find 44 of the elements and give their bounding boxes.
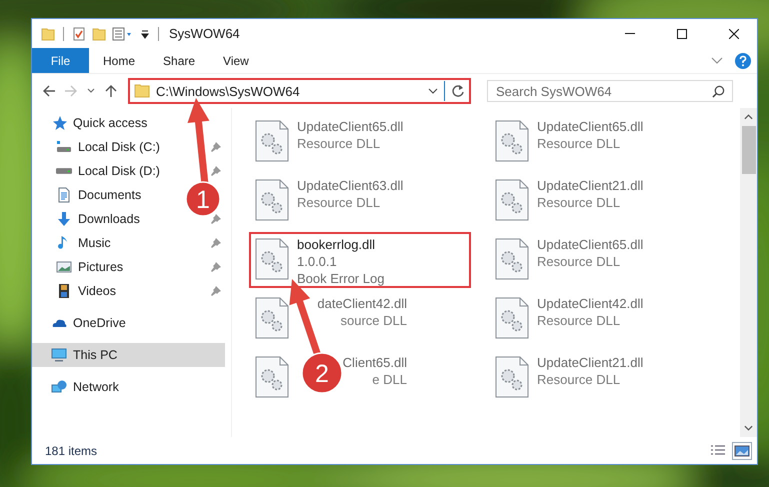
file-name: UpdateClient65.dll — [537, 237, 644, 252]
ribbon-tab[interactable]: Share — [149, 48, 210, 73]
sidebar-item[interactable]: Videos — [32, 279, 122, 303]
sidebar-item[interactable]: Pictures — [32, 255, 130, 279]
file-name: UpdateClient63.dll — [297, 178, 404, 193]
file-tile[interactable]: bookerrlog.dll 1.0.0.1 Book Error Log — [249, 232, 471, 288]
file-detail: e DLL — [372, 372, 407, 387]
file-detail: Resource DLL — [537, 136, 622, 151]
file-detail: Resource DLL — [537, 372, 622, 387]
file-name: bookerrlog.dll — [297, 237, 376, 252]
file-name: dateClient42.dll — [317, 296, 407, 311]
file-detail: source DLL — [340, 313, 407, 328]
window-title: SysWOW64 — [169, 26, 240, 41]
search-field[interactable]: Search SysWOW64 — [487, 80, 733, 102]
ribbon-tab[interactable]: Home — [89, 48, 150, 73]
file-menu-tab[interactable]: File — [32, 48, 89, 73]
step-marker: 1 — [185, 181, 221, 217]
file-detail: 1.0.0.1 — [297, 254, 338, 269]
sidebar-item[interactable]: This PC — [32, 343, 225, 367]
item-count: 181 items — [45, 444, 98, 458]
sidebar-item[interactable]: Music — [32, 231, 117, 255]
file-detail: Resource DLL — [537, 195, 622, 210]
address-bar[interactable]: C:\Windows\SysWOW64 — [128, 78, 471, 104]
address-path: C:\Windows\SysWOW64 — [156, 84, 300, 98]
file-name: UpdateClient65.dll — [537, 119, 644, 134]
file-detail: Resource DLL — [297, 195, 382, 210]
file-description: Book Error Log — [297, 271, 384, 286]
sidebar-item[interactable]: Local Disk (D:) — [32, 159, 166, 183]
file-name: UpdateClient65.dll — [297, 119, 404, 134]
sidebar-item[interactable]: Quick access — [32, 111, 154, 135]
file-name: UpdateClient21.dll — [537, 355, 644, 370]
sidebar-item[interactable]: OneDrive — [32, 311, 132, 335]
sidebar-item[interactable]: Downloads — [32, 207, 146, 231]
sidebar-item[interactable]: Network — [32, 375, 125, 399]
file-detail: Resource DLL — [297, 136, 382, 151]
file-name: UpdateClient21.dll — [537, 178, 644, 193]
file-name: UpdateClient42.dll — [537, 296, 644, 311]
file-detail: Resource DLL — [537, 254, 622, 269]
sidebar-item[interactable]: Documents — [32, 183, 148, 207]
file-detail: Resource DLL — [537, 313, 622, 328]
ribbon-tab[interactable]: View — [209, 48, 263, 73]
sidebar-item[interactable]: Local Disk (C:) — [32, 135, 166, 159]
file-name: Client65.dll — [342, 355, 407, 370]
step-marker: 2 — [301, 352, 343, 394]
